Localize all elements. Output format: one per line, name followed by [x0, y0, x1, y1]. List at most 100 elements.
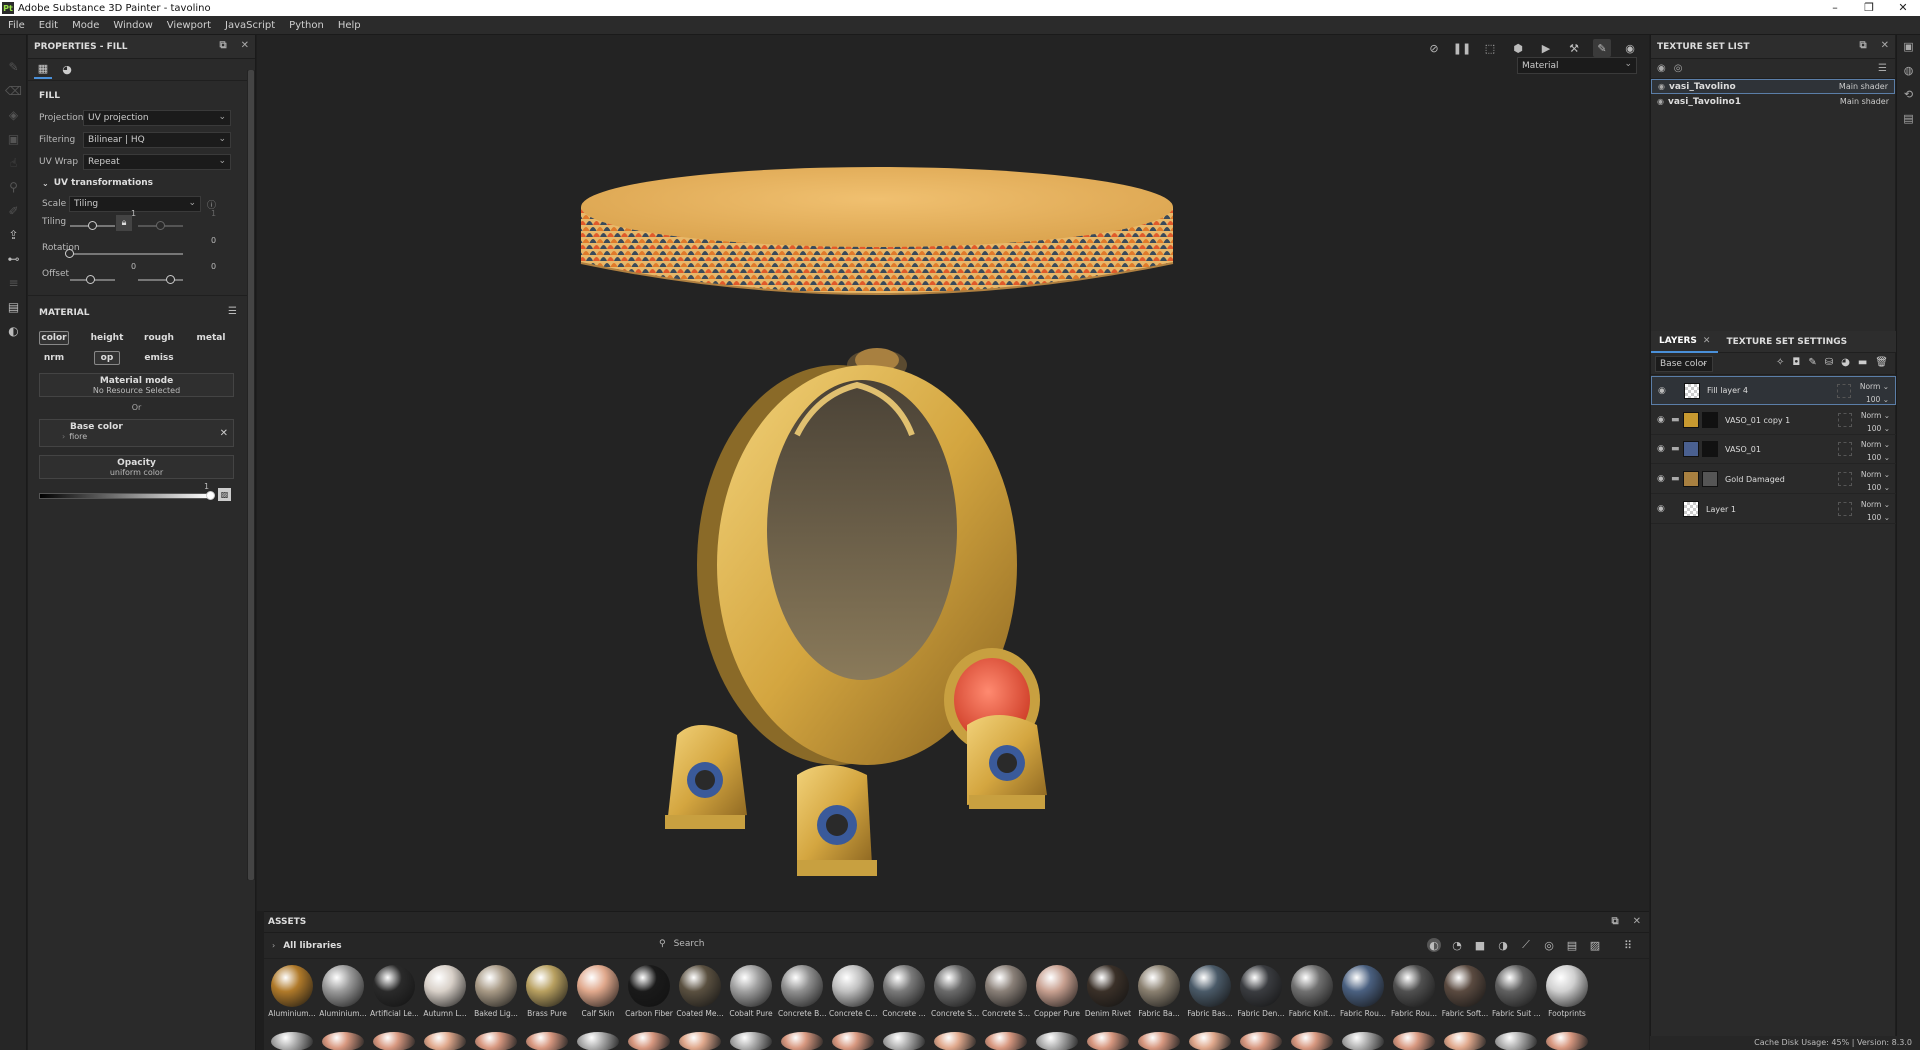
asset-item[interactable]: Concrete S...: [931, 965, 979, 1018]
tab-material-settings[interactable]: ◕: [58, 61, 76, 79]
asset-item[interactable]: Concrete ...: [880, 965, 928, 1018]
asset-item[interactable]: [829, 1032, 877, 1050]
asset-item[interactable]: [1288, 1032, 1336, 1050]
document-icon[interactable]: ▤: [0, 295, 27, 319]
display-settings-icon[interactable]: ▣: [1897, 35, 1920, 59]
asset-item[interactable]: [982, 1032, 1030, 1050]
asset-item[interactable]: Fabric Rou...: [1390, 965, 1438, 1018]
filter-brushes-icon[interactable]: ⟋: [1519, 938, 1533, 952]
asset-item[interactable]: [574, 1032, 622, 1050]
annotation-icon[interactable]: ≡: [0, 271, 27, 295]
asset-item[interactable]: Denim Rivet: [1084, 965, 1132, 1018]
texture-set-item[interactable]: ◉ vasi_Tavolino1 Main shader: [1651, 94, 1895, 109]
add-paint-layer-icon[interactable]: ✎: [1808, 357, 1816, 368]
asset-item[interactable]: [1339, 1032, 1387, 1050]
float-panel-icon[interactable]: ⧉: [1611, 916, 1618, 927]
menu-edit[interactable]: Edit: [39, 20, 58, 31]
layer-row[interactable]: ◉ Layer 1 Norm ⌄ 100 ⌄: [1651, 495, 1896, 524]
asset-item[interactable]: [727, 1032, 775, 1050]
menu-help[interactable]: Help: [338, 20, 361, 31]
asset-item[interactable]: Fabric Ba...: [1135, 965, 1183, 1018]
eye-solo-icon[interactable]: ◎: [1674, 63, 1683, 74]
eye-icon[interactable]: ◉: [1658, 386, 1672, 396]
filter-filters-icon[interactable]: ◑: [1496, 938, 1510, 952]
asset-item[interactable]: [1441, 1032, 1489, 1050]
channel-emiss[interactable]: emiss: [142, 351, 176, 365]
asset-item[interactable]: Fabric Suit ...: [1492, 965, 1540, 1018]
projection-icon[interactable]: ◈: [0, 103, 27, 127]
offset-slider-knob-a[interactable]: [86, 275, 95, 284]
float-panel-icon[interactable]: ⧉: [219, 40, 226, 51]
eye-icon[interactable]: ◉: [1658, 82, 1665, 91]
asset-item[interactable]: [370, 1032, 418, 1050]
measure-icon[interactable]: ⊷: [0, 247, 27, 271]
history-icon[interactable]: ⟲: [1897, 83, 1920, 107]
asset-item[interactable]: [1492, 1032, 1540, 1050]
add-smart-material-icon[interactable]: ◕: [1841, 357, 1850, 368]
asset-item[interactable]: [268, 1032, 316, 1050]
asset-item[interactable]: [1543, 1032, 1591, 1050]
shader-settings-icon[interactable]: ◍: [1897, 59, 1920, 83]
add-folder-icon[interactable]: ▬: [1858, 357, 1867, 368]
layer-channel-select[interactable]: Base color ⌄: [1655, 356, 1713, 372]
properties-scrollbar[interactable]: [247, 70, 255, 880]
chevron-right-icon[interactable]: ›: [272, 941, 275, 950]
opacity-gradient-slider[interactable]: [39, 493, 211, 499]
menu-javascript[interactable]: JavaScript: [225, 20, 275, 31]
asset-item[interactable]: Aluminium...: [319, 965, 367, 1018]
projection-select[interactable]: UV projection ⌄: [83, 110, 231, 126]
asset-item[interactable]: Carbon Fiber: [625, 965, 673, 1018]
uvwrap-select[interactable]: Repeat ⌄: [83, 154, 231, 170]
texture-set-item[interactable]: ◉ vasi_Tavolino Main shader: [1651, 79, 1895, 94]
menu-file[interactable]: File: [8, 20, 25, 31]
asset-item[interactable]: Copper Pure: [1033, 965, 1081, 1018]
tab-fill-settings[interactable]: ▦: [34, 61, 52, 79]
asset-item[interactable]: Autumn L...: [421, 965, 469, 1018]
menu-mode[interactable]: Mode: [72, 20, 99, 31]
close-panel-icon[interactable]: ✕: [1633, 916, 1641, 927]
assets-search[interactable]: ⚲ Search: [659, 939, 705, 949]
filter-smart-materials-icon[interactable]: ◔: [1450, 938, 1464, 952]
camera-icon[interactable]: ◐: [0, 319, 27, 343]
filter-alphas-icon[interactable]: ▤: [1565, 938, 1579, 952]
asset-item[interactable]: [523, 1032, 571, 1050]
geometry-mask-icon[interactable]: ▣: [0, 127, 27, 151]
picker-icon[interactable]: ✐: [0, 199, 27, 223]
channel-color[interactable]: color: [39, 331, 69, 345]
close-tab-icon[interactable]: ✕: [1703, 336, 1711, 346]
filtering-select[interactable]: Bilinear | HQ ⌄: [83, 132, 231, 148]
tiling-slider-knob-b[interactable]: [156, 221, 165, 230]
asset-item[interactable]: Baked Lig...: [472, 965, 520, 1018]
asset-item[interactable]: [1237, 1032, 1285, 1050]
asset-item[interactable]: [472, 1032, 520, 1050]
asset-item[interactable]: [778, 1032, 826, 1050]
menu-viewport[interactable]: Viewport: [167, 20, 211, 31]
menu-window[interactable]: Window: [113, 20, 152, 31]
asset-item[interactable]: Artificial Le...: [370, 965, 418, 1018]
asset-item[interactable]: Concrete C...: [829, 965, 877, 1018]
filter-materials-icon[interactable]: ◐: [1427, 938, 1441, 952]
remove-resource-icon[interactable]: ✕: [220, 428, 228, 439]
asset-item[interactable]: Concrete S...: [982, 965, 1030, 1018]
eraser-icon[interactable]: ⌫: [0, 79, 27, 103]
channel-rough[interactable]: rough: [142, 331, 176, 345]
asset-item[interactable]: Fabric Rou...: [1339, 965, 1387, 1018]
menu-python[interactable]: Python: [289, 20, 324, 31]
color-picker-icon[interactable]: ▨: [218, 488, 231, 501]
uv-transformations-toggle[interactable]: ⌄ UV transformations: [28, 173, 255, 193]
eye-icon[interactable]: ◉: [1657, 444, 1671, 454]
tab-layers[interactable]: LAYERS ✕: [1651, 331, 1719, 353]
material-mode-block[interactable]: Material mode No Resource Selected: [39, 373, 234, 397]
asset-item[interactable]: Fabric Soft...: [1441, 965, 1489, 1018]
channel-metal[interactable]: metal: [194, 331, 228, 345]
eye-icon[interactable]: ◉: [1657, 504, 1671, 514]
layer-row[interactable]: ◉ ▬ VASO_01 Norm ⌄ 100 ⌄: [1651, 435, 1896, 464]
channel-nrm[interactable]: nrm: [39, 351, 69, 365]
minimize-icon[interactable]: –: [1818, 0, 1852, 16]
eye-icon[interactable]: ◉: [1657, 97, 1664, 106]
asset-item[interactable]: [931, 1032, 979, 1050]
asset-item[interactable]: Footprints: [1543, 965, 1591, 1018]
grid-view-icon[interactable]: ⠿: [1621, 938, 1635, 952]
asset-item[interactable]: Fabric Den...: [1237, 965, 1285, 1018]
asset-item[interactable]: [1135, 1032, 1183, 1050]
